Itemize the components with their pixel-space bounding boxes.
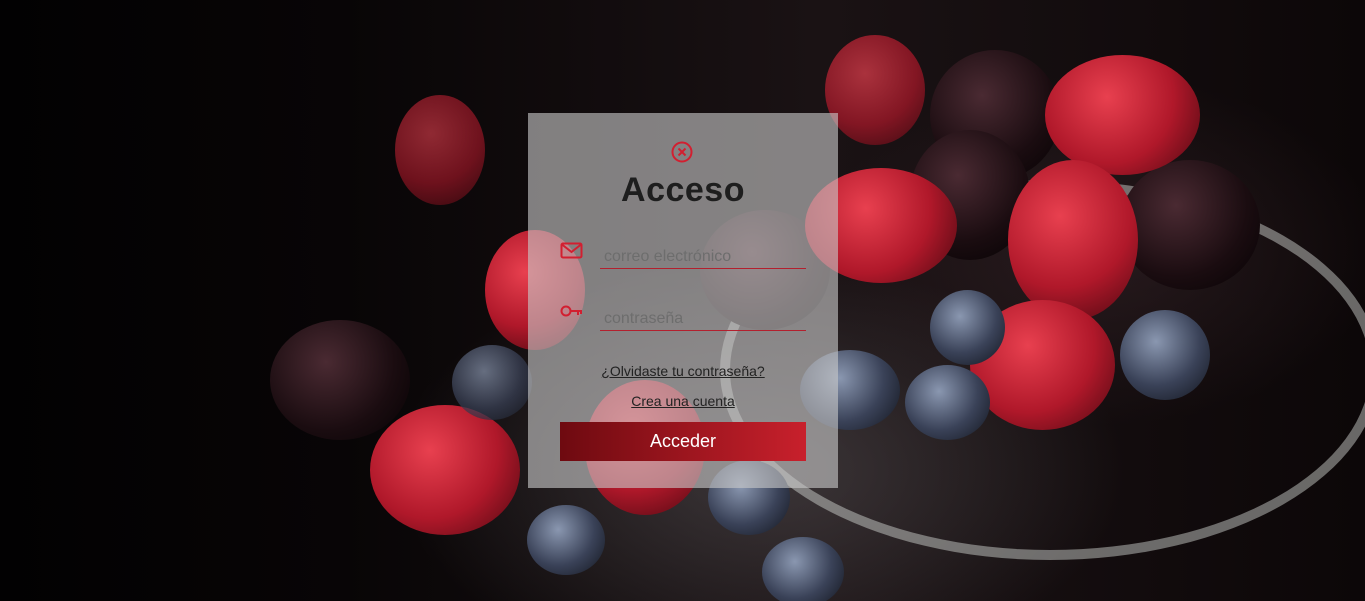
create-account-link[interactable]: Crea una cuenta: [528, 393, 838, 409]
blueberry: [905, 365, 990, 440]
login-submit-button[interactable]: Acceder: [560, 422, 806, 461]
blueberry: [527, 505, 605, 575]
envelope-icon: [560, 241, 584, 261]
blueberry: [930, 290, 1005, 365]
close-circle-icon[interactable]: [671, 141, 693, 163]
raspberry: [825, 35, 925, 145]
blueberry: [452, 345, 532, 420]
login-title: Acceso: [621, 171, 745, 209]
blackberry: [1120, 160, 1260, 290]
blackberry: [270, 320, 410, 440]
raspberry: [370, 405, 520, 535]
blueberry: [762, 537, 844, 601]
forgot-password-link[interactable]: ¿Olvidaste tu contraseña?: [528, 363, 838, 379]
password-field-group: [560, 303, 806, 337]
email-input[interactable]: [600, 245, 806, 269]
email-field-group: [560, 241, 806, 275]
login-panel: Acceso ¿Olvidaste tu contraseña? Crea un…: [528, 113, 838, 488]
raspberry: [1045, 55, 1200, 175]
key-icon: [560, 305, 584, 325]
password-input[interactable]: [600, 307, 806, 331]
blueberry: [1120, 310, 1210, 400]
raspberry: [395, 95, 485, 205]
raspberry: [1008, 160, 1138, 320]
